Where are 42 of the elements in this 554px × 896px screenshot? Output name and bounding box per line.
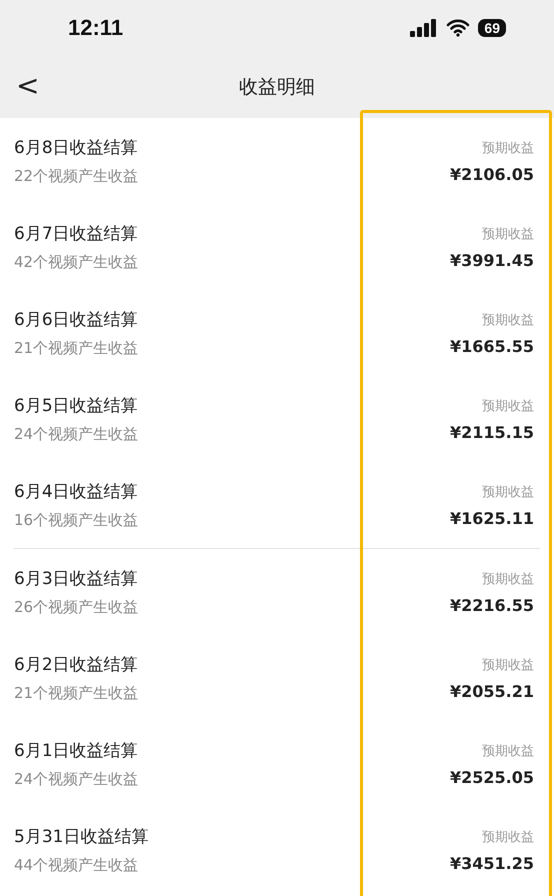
expected-earnings-label: 预期收益 [482,656,534,674]
expected-earnings-label: 预期收益 [482,312,534,328]
video-count: 24个视频产生收益 [14,425,138,444]
video-count: 16个视频产生收益 [14,511,138,530]
settlement-title: 6月1日收益结算 [14,740,138,762]
back-button[interactable]: < [12,69,44,102]
battery-level: 69 [478,18,506,36]
video-count: 21个视频产生收益 [14,684,138,703]
expected-earnings-label: 预期收益 [482,828,534,846]
earnings-amount: ¥1625.11 [450,508,534,528]
expected-earnings-label: 预期收益 [482,570,534,588]
status-time: 12:11 [68,14,124,40]
video-count: 21个视频产生收益 [14,339,138,358]
earnings-amount: ¥1665.55 [450,336,534,356]
earnings-amount: ¥2115.15 [450,422,534,442]
earnings-amount: ¥2055.21 [450,682,534,700]
earnings-amount: ¥3451.25 [450,854,534,872]
video-count: 24个视频产生收益 [14,770,138,789]
expected-earnings-label: 预期收益 [482,742,534,760]
video-count: 42个视频产生收益 [14,253,138,272]
earnings-amount: ¥3991.45 [450,250,534,270]
expected-earnings-label: 预期收益 [482,398,534,414]
wifi-icon [446,18,470,36]
expected-earnings-label: 预期收益 [482,140,534,156]
earnings-amount: ¥2216.55 [450,596,534,614]
settlement-title: 6月7日收益结算 [14,223,138,245]
settlement-title: 6月2日收益结算 [14,654,138,676]
expected-earnings-label: 预期收益 [482,226,534,242]
settlement-title: 6月6日收益结算 [14,309,138,331]
signal-icon [410,18,438,36]
earnings-amount: ¥2106.05 [450,164,534,184]
video-count: 44个视频产生收益 [14,856,138,875]
earnings-amount: ¥2525.05 [450,768,534,786]
settlement-title: 6月8日收益结算 [14,137,138,159]
settlement-title: 6月4日收益结算 [14,481,138,503]
settlement-title: 5月31日收益结算 [14,826,148,848]
settlement-title: 6月3日收益结算 [14,568,138,590]
page-title: 收益明细 [239,74,315,100]
video-count: 26个视频产生收益 [14,598,138,617]
video-count: 22个视频产生收益 [14,167,138,186]
settlement-title: 6月5日收益结算 [14,395,138,417]
expected-earnings-label: 预期收益 [482,484,534,500]
